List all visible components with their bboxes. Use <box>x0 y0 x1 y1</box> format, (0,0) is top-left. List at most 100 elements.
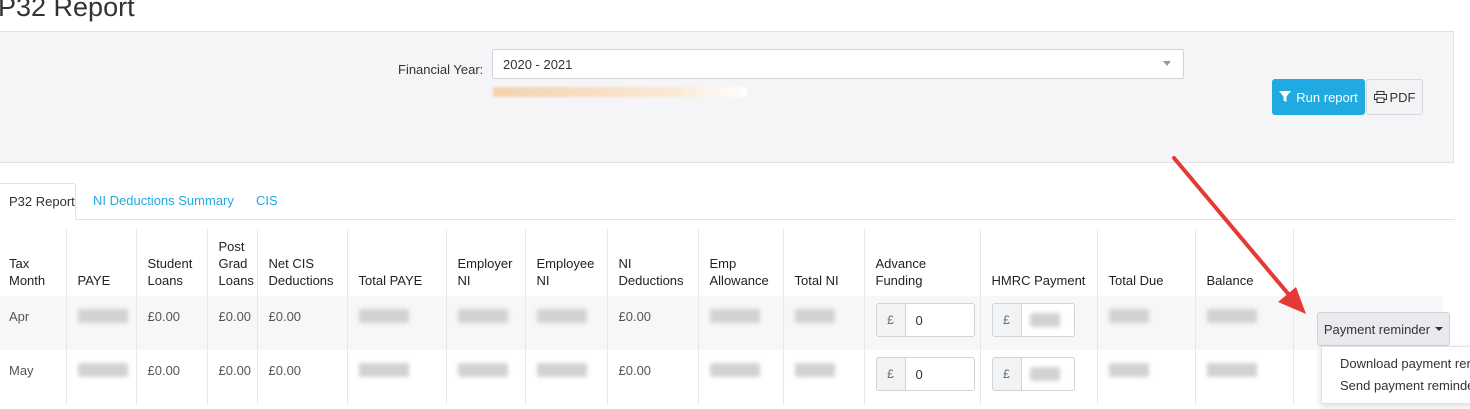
net-cis-cell: £0.00 <box>256 350 347 404</box>
col-header-student-loans: Student Loans <box>135 229 207 296</box>
financial-year-select[interactable]: 2020 - 2021 <box>492 49 1184 79</box>
emp-allowance-cell <box>697 296 783 350</box>
print-icon <box>1373 91 1387 103</box>
advance-funding-input[interactable]: £ 0 <box>875 303 975 337</box>
pound-icon: £ <box>876 358 906 390</box>
col-header-emp-allowance: Emp Allowance <box>697 229 783 296</box>
net-cis-cell: £0.00 <box>256 296 347 350</box>
ni-deductions-cell: £0.00 <box>606 296 698 350</box>
redacted-value <box>457 309 508 323</box>
employer-ni-cell <box>445 350 525 404</box>
pound-icon: £ <box>992 358 1022 390</box>
col-header-total-ni: Total NI <box>782 229 864 296</box>
total-paye-cell <box>346 350 446 404</box>
col-header-hmrc-payment: HMRC Payment <box>979 229 1097 296</box>
hmrc-payment-cell: £ <box>979 350 1097 404</box>
post-grad-loans-cell: £0.00 <box>206 350 257 404</box>
tax-month-cell: May <box>9 363 34 378</box>
run-report-label: Run report <box>1296 89 1358 105</box>
col-header-net-cis: Net CIS Deductions <box>256 229 347 296</box>
chevron-down-icon <box>1163 61 1171 66</box>
caret-down-icon <box>1435 327 1444 331</box>
redacted-value <box>709 363 760 377</box>
redacted-value <box>1108 363 1149 377</box>
emp-allowance-cell <box>697 350 783 404</box>
hmrc-payment-value <box>1022 358 1074 390</box>
redacted-value <box>1206 309 1257 323</box>
redacted-value <box>457 363 508 377</box>
payment-reminder-menu: Download payment rer Send payment remind… <box>1321 346 1470 404</box>
hmrc-payment-input[interactable]: £ <box>991 303 1075 337</box>
advance-funding-input[interactable]: £ 0 <box>875 357 975 391</box>
p32-table: Tax Month PAYE Student Loans Post Grad Loans… <box>0 229 1443 404</box>
advance-funding-value: 0 <box>915 366 923 382</box>
redacted-value <box>1029 313 1060 327</box>
col-header-employee-ni: Employee NI <box>524 229 607 296</box>
total-due-cell <box>1096 296 1195 350</box>
total-due-cell <box>1096 350 1195 404</box>
col-header-advance-funding: Advance Funding <box>863 229 980 296</box>
paye-cell <box>65 350 136 404</box>
student-loans-cell: £0.00 <box>135 296 207 350</box>
redacted-value <box>536 309 587 323</box>
redacted-value <box>536 363 587 377</box>
col-header-tax-month: Tax Month <box>9 256 46 288</box>
student-loans-cell: £0.00 <box>135 350 207 404</box>
col-header-actions <box>1292 229 1443 296</box>
col-header-post-grad-loans: Post Grad Loans <box>206 229 257 296</box>
run-report-button[interactable]: Run report <box>1272 79 1365 115</box>
redacted-value <box>794 309 835 323</box>
pound-icon: £ <box>992 304 1022 336</box>
report-tabs: P32 Report NI Deductions Summary CIS <box>0 183 1455 220</box>
redacted-value <box>358 363 409 377</box>
advance-funding-cell: £ 0 <box>863 296 980 350</box>
hmrc-payment-value <box>1022 304 1074 336</box>
advance-funding-cell: £ 0 <box>863 350 980 404</box>
page-title: P32 Report <box>0 0 135 22</box>
col-header-total-paye: Total PAYE <box>346 229 446 296</box>
financial-year-label: Financial Year: <box>398 62 484 77</box>
balance-cell <box>1194 296 1293 350</box>
tab-p32-report[interactable]: P32 Report <box>0 183 76 220</box>
pound-icon: £ <box>876 304 906 336</box>
filter-panel: Financial Year: 2020 - 2021 <box>0 31 1454 163</box>
paye-cell <box>65 296 136 350</box>
financial-year-value: 2020 - 2021 <box>503 57 573 72</box>
ni-deductions-cell: £0.00 <box>606 350 698 404</box>
tax-month-cell: Apr <box>0 296 66 350</box>
employer-ni-cell <box>445 296 525 350</box>
total-ni-cell <box>782 350 864 404</box>
redacted-value <box>77 309 128 323</box>
total-paye-cell <box>346 296 446 350</box>
hmrc-payment-input[interactable]: £ <box>991 357 1075 391</box>
pdf-label: PDF <box>1389 89 1416 105</box>
col-header-balance: Balance <box>1194 229 1293 296</box>
payment-reminder-label: Payment reminder <box>1323 321 1431 337</box>
payment-reminder-button[interactable]: Payment reminder <box>1317 312 1450 346</box>
redacted-value <box>77 363 128 377</box>
table-row: Apr £0.00 £0.00 £0.00 £0.00 £ 0 £ <box>0 296 1443 350</box>
employee-ni-cell <box>524 350 607 404</box>
tab-ni-deductions-summary[interactable]: NI Deductions Summary <box>81 183 246 219</box>
table-row: May £0.00 £0.00 £0.00 £0.00 £ 0 £ <box>0 350 1443 404</box>
table-header-row: Tax Month PAYE Student Loans Post Grad Loans… <box>0 229 1443 296</box>
redacted-hint <box>493 87 747 97</box>
menu-item-send-payment-reminder[interactable]: Send payment reminde <box>1340 378 1470 393</box>
balance-cell <box>1194 350 1293 404</box>
tab-cis[interactable]: CIS <box>244 183 290 219</box>
redacted-value <box>358 309 409 323</box>
redacted-value <box>1206 363 1257 377</box>
total-ni-cell <box>782 296 864 350</box>
advance-funding-value: 0 <box>915 312 923 328</box>
redacted-value <box>1108 309 1149 323</box>
col-header-ni-deductions: NI Deductions <box>606 229 698 296</box>
post-grad-loans-cell: £0.00 <box>206 296 257 350</box>
pdf-button[interactable]: PDF <box>1366 79 1423 115</box>
col-header-total-due: Total Due <box>1096 229 1195 296</box>
redacted-value <box>1029 367 1060 381</box>
filter-icon <box>1279 91 1292 102</box>
employee-ni-cell <box>524 296 607 350</box>
menu-item-download-payment-reminder[interactable]: Download payment rer <box>1340 356 1470 371</box>
hmrc-payment-cell: £ <box>979 296 1097 350</box>
col-header-paye: PAYE <box>65 229 136 296</box>
